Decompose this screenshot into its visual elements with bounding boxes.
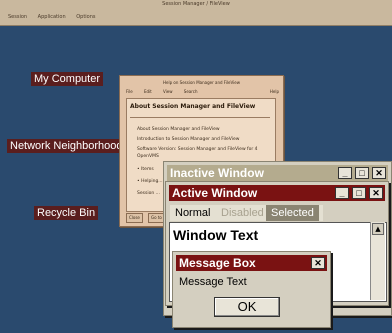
- help-line: Software Version: Session Manager and Fi…: [137, 147, 258, 152]
- active-window-title: Active Window: [172, 186, 258, 200]
- inactive-window-titlebar[interactable]: Inactive Window _ □ ✕: [167, 165, 388, 181]
- maximize-icon[interactable]: □: [355, 167, 369, 179]
- menu-item-selected[interactable]: Selected: [266, 205, 319, 221]
- vertical-scrollbar[interactable]: ▲: [370, 222, 385, 300]
- close-icon[interactable]: ✕: [372, 167, 386, 179]
- help-window-menu: File Edit View Search Help: [126, 89, 283, 94]
- close-icon[interactable]: ✕: [369, 187, 383, 199]
- help-window-title: Help on Session Manager and FileView: [163, 80, 240, 85]
- help-menu-file[interactable]: File: [126, 89, 133, 94]
- menu-item-normal[interactable]: Normal: [172, 205, 213, 221]
- window-text: Window Text: [173, 227, 259, 243]
- message-box-title: Message Box: [179, 256, 256, 270]
- help-line: OpenVMS: [137, 154, 159, 159]
- maximize-icon[interactable]: □: [352, 187, 366, 199]
- help-line[interactable]: • Helping...: [137, 179, 163, 184]
- desktop-icon-my-computer[interactable]: My Computer: [31, 72, 104, 86]
- top-bar-title: Session Manager / FileView: [162, 1, 230, 7]
- top-menu-bar: Session Manager / FileView Session Appli…: [0, 0, 392, 26]
- menu-options[interactable]: Options: [76, 14, 95, 20]
- message-text: Message Text: [179, 276, 247, 288]
- menu-session[interactable]: Session: [8, 14, 27, 20]
- inactive-window-title: Inactive Window: [170, 166, 264, 180]
- close-icon[interactable]: ✕: [311, 257, 325, 269]
- desktop-icon-network-neighborhood[interactable]: Network Neighborhood: [7, 139, 126, 153]
- active-window-titlebar[interactable]: Active Window _ □ ✕: [169, 185, 385, 201]
- message-box[interactable]: Message Box ✕ Message Text OK: [172, 251, 331, 328]
- message-box-titlebar[interactable]: Message Box ✕: [176, 255, 327, 271]
- help-divider: [130, 117, 270, 118]
- help-line[interactable]: About Session Manager and FileView: [137, 127, 220, 132]
- help-line[interactable]: Introduction to Session Manager and File…: [137, 137, 240, 142]
- top-bar-menu: Session Application Options: [8, 14, 105, 20]
- minimize-icon[interactable]: _: [335, 187, 349, 199]
- menu-item-disabled: Disabled: [221, 207, 264, 219]
- help-menu-help[interactable]: Help: [270, 89, 279, 94]
- help-close-button[interactable]: Close: [126, 213, 143, 223]
- help-line[interactable]: • Items: [137, 167, 154, 172]
- help-line[interactable]: Session ...: [137, 191, 160, 196]
- active-window-menubar: Normal Disabled Selected: [170, 205, 323, 221]
- help-menu-edit[interactable]: Edit: [144, 89, 152, 94]
- help-menu-view[interactable]: View: [163, 89, 173, 94]
- scroll-up-icon[interactable]: ▲: [372, 223, 384, 235]
- help-menu-search[interactable]: Search: [184, 89, 198, 94]
- menu-application[interactable]: Application: [38, 14, 66, 20]
- ok-button[interactable]: OK: [214, 297, 280, 317]
- help-heading: About Session Manager and FileView: [130, 103, 256, 110]
- minimize-icon[interactable]: _: [338, 167, 352, 179]
- desktop-icon-recycle-bin[interactable]: Recycle Bin: [34, 206, 99, 220]
